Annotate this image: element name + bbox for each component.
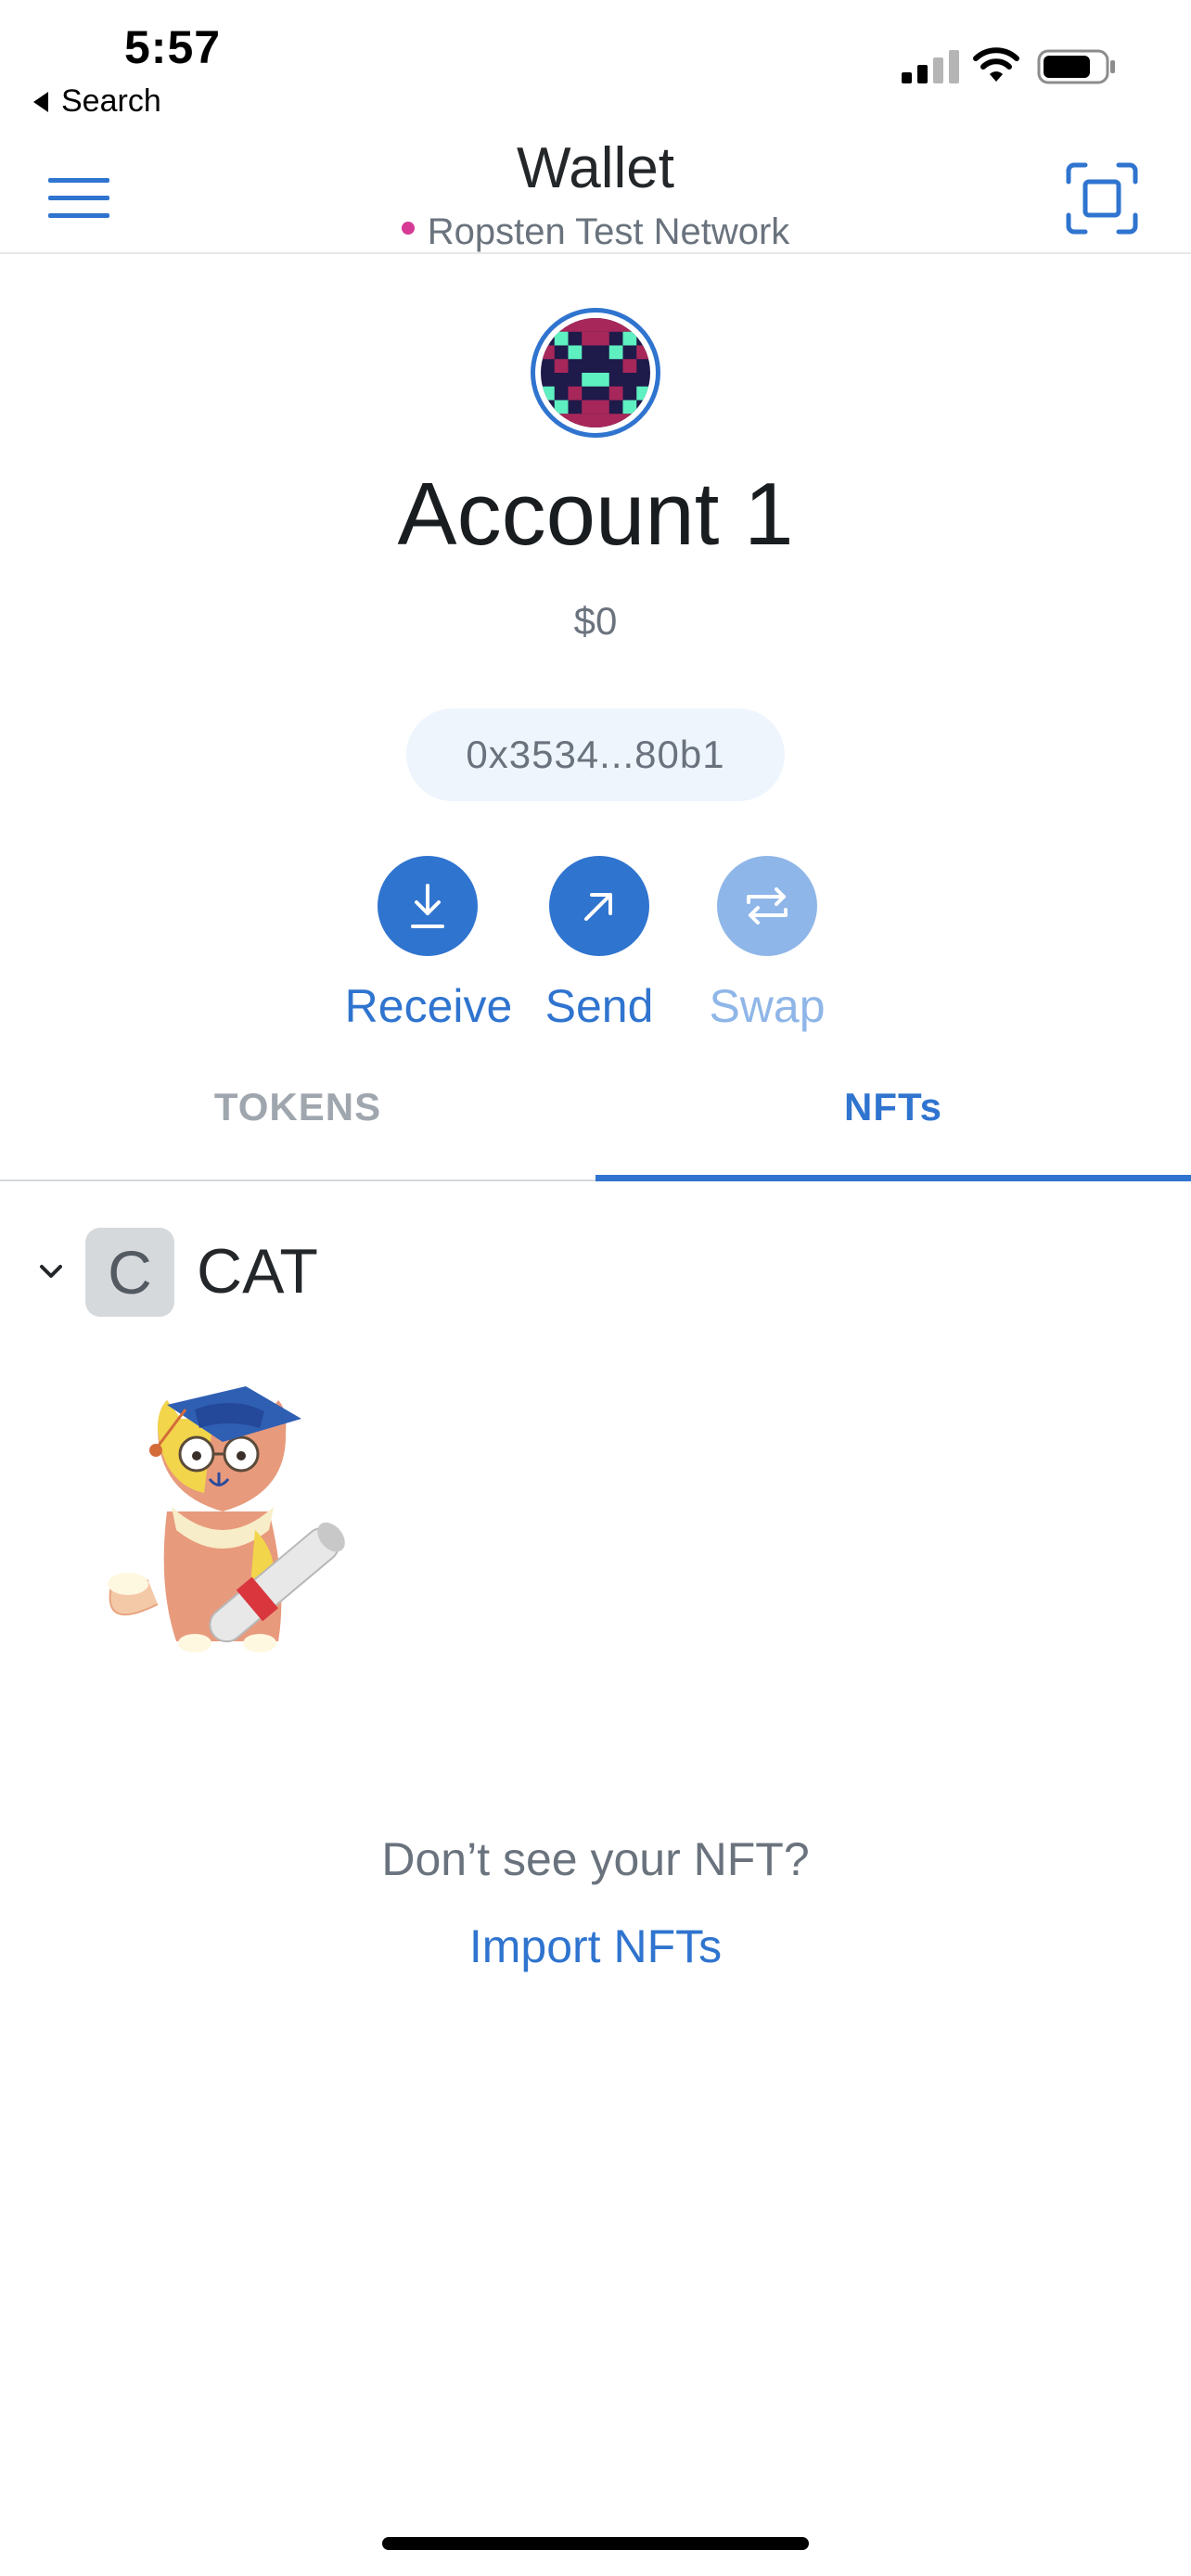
wifi-icon <box>973 47 1019 82</box>
receive-label[interactable]: Receive <box>336 979 521 1033</box>
collection-badge: C <box>85 1228 174 1317</box>
back-to-search-button[interactable]: Search <box>33 83 161 120</box>
identicon-icon <box>541 318 650 427</box>
receive-button[interactable] <box>378 856 478 956</box>
swap-label[interactable]: Swap <box>674 979 860 1033</box>
account-address-button[interactable]: 0x3534...80b1 <box>406 708 785 801</box>
tab-tokens[interactable]: TOKENS <box>0 1085 596 1129</box>
cellular-signal-icon <box>902 50 959 83</box>
back-arrow-icon <box>33 91 48 112</box>
account-balance: $0 <box>573 599 618 643</box>
swap-button[interactable] <box>717 856 817 956</box>
chevron-down-icon[interactable] <box>37 1257 65 1285</box>
arrow-up-right-icon <box>584 893 612 921</box>
back-label: Search <box>61 83 161 119</box>
battery-icon <box>1037 49 1115 84</box>
account-avatar[interactable] <box>531 308 660 438</box>
status-time: 5:57 <box>124 21 222 73</box>
active-tab-indicator <box>596 1175 1191 1181</box>
home-indicator[interactable] <box>382 2537 809 2550</box>
import-nfts-link[interactable]: Import NFTs <box>0 1919 1191 1973</box>
network-status-dot <box>401 221 415 235</box>
qr-scan-icon[interactable] <box>1065 161 1139 236</box>
tab-nfts[interactable]: NFTs <box>596 1085 1191 1129</box>
swap-icon <box>747 887 788 925</box>
collection-name[interactable]: CAT <box>197 1235 318 1307</box>
network-selector[interactable]: Ropsten Test Network <box>0 211 1191 253</box>
network-name: Ropsten Test Network <box>427 211 790 252</box>
header-divider <box>0 252 1191 254</box>
download-icon <box>411 884 444 928</box>
missing-nft-prompt: Don’t see your NFT? <box>381 1833 810 1885</box>
nft-cat-graduate-image[interactable] <box>93 1354 371 1678</box>
page-title: Wallet <box>517 136 674 200</box>
account-name[interactable]: Account 1 <box>0 464 1191 566</box>
send-label[interactable]: Send <box>506 979 692 1033</box>
send-button[interactable] <box>549 856 649 956</box>
